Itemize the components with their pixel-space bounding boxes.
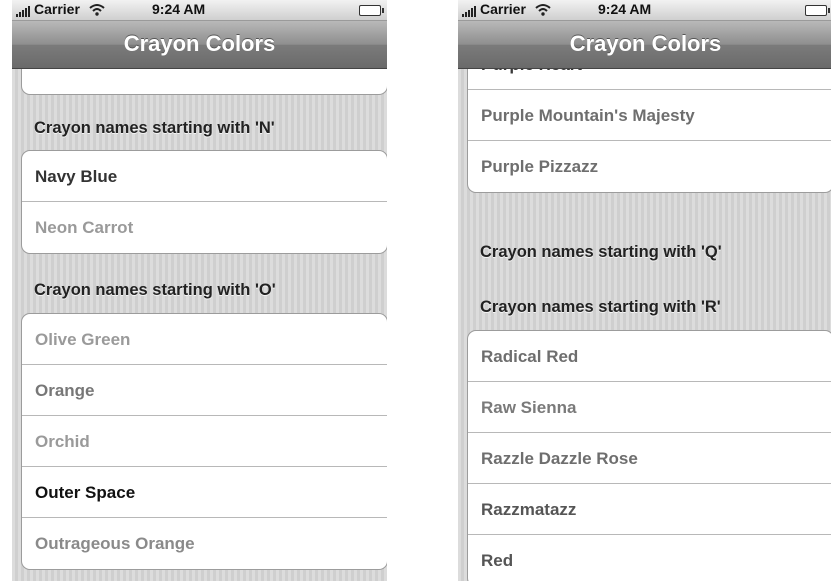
list-item[interactable]: Neon Carrot (22, 202, 387, 253)
section-header-q: Crayon names starting with 'Q' (480, 243, 722, 261)
list-item[interactable]: Razzmatazz (468, 484, 831, 535)
carrier-label: Carrier (480, 1, 526, 17)
nav-title: Crayon Colors (569, 31, 722, 56)
status-bar: Carrier 9:24 AM (458, 0, 831, 21)
wifi-icon (89, 4, 105, 16)
section-o-group: Olive Green Orange Orchid Outer Space Outrag… (21, 313, 387, 570)
signal-bars-icon (16, 6, 30, 17)
list-item[interactable]: Purple Heart (468, 69, 831, 90)
carrier-label: Carrier (34, 1, 80, 17)
status-time: 9:24 AM (152, 1, 206, 17)
list-item[interactable]: Orchid (22, 416, 387, 467)
phone-screen-right: Carrier 9:24 AM Crayon Colors Purple Hea… (458, 0, 831, 581)
section-p-group: Purple HeartPurple Mountain's MajestyPur… (467, 69, 831, 193)
section-header-r: Crayon names starting with 'R' (480, 298, 721, 316)
carrier-indicator: Carrier (16, 1, 105, 17)
battery-icon (805, 5, 830, 16)
phone-screen-left: Carrier 9:24 AM Crayon Colors Crayon nam… (12, 0, 387, 581)
wifi-icon (535, 4, 551, 16)
section-n-group: Navy Blue Neon Carrot (21, 150, 387, 254)
list-item[interactable]: Raw Sienna (468, 382, 831, 433)
navigation-bar: Crayon Colors (12, 21, 387, 69)
table-view[interactable]: Crayon names starting with 'N' Navy Blue… (12, 69, 387, 581)
list-item[interactable]: Olive Green (22, 314, 387, 365)
table-view[interactable]: Purple HeartPurple Mountain's MajestyPur… (458, 69, 831, 581)
section-r-group: Radical Red Raw Sienna Razzle Dazzle Rose R… (467, 330, 831, 581)
list-item[interactable]: Outrageous Orange (22, 518, 387, 569)
list-item[interactable]: Purple Mountain's Majesty (468, 90, 831, 141)
list-item[interactable]: Navy Blue (22, 151, 387, 202)
signal-bars-icon (462, 6, 476, 17)
list-item[interactable]: Orange (22, 365, 387, 416)
battery-icon (359, 5, 384, 16)
list-item[interactable]: Outer Space (22, 467, 387, 518)
list-item[interactable]: Red (468, 535, 831, 581)
carrier-indicator: Carrier (462, 1, 551, 17)
nav-title: Crayon Colors (123, 31, 276, 56)
status-time: 9:24 AM (598, 1, 652, 17)
status-bar: Carrier 9:24 AM (12, 0, 387, 21)
section-header-n: Crayon names starting with 'N' (34, 119, 275, 137)
list-item[interactable]: Razzle Dazzle Rose (468, 433, 831, 484)
list-item[interactable]: Radical Red (468, 331, 831, 382)
navigation-bar: Crayon Colors (458, 21, 831, 69)
list-item[interactable]: Purple Pizzazz (468, 141, 831, 192)
section-header-o: Crayon names starting with 'O' (34, 281, 276, 299)
previous-group-tail (21, 69, 387, 95)
